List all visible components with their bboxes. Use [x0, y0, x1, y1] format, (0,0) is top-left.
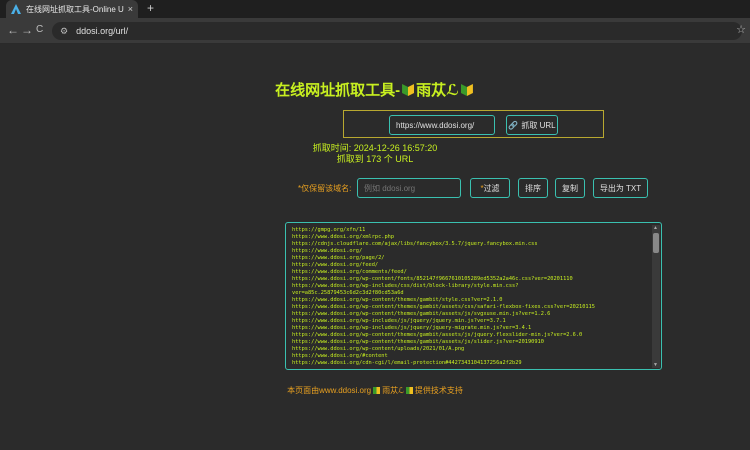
results-textarea[interactable]: https://gmpg.org/xfn/11 https://www.ddosi…	[285, 222, 662, 370]
sort-button[interactable]: 排序	[518, 178, 548, 198]
result-line: https://www.ddosi.org/wp-includes/css/di…	[292, 283, 519, 289]
back-icon[interactable]: ←	[7, 23, 19, 37]
result-line: https://www.ddosi.org/wp-content/themes/…	[292, 297, 503, 303]
result-line: https://www.ddosi.org/wp-includes/js/jqu…	[292, 318, 506, 324]
filter-button[interactable]: * 过滤	[470, 178, 510, 198]
result-line: https://www.ddosi.org/	[292, 248, 363, 254]
result-line: https://www.ddosi.org/wp-content/fonts/8…	[292, 276, 573, 282]
result-line: https://www.ddosi.org/wp-includes/js/jqu…	[292, 325, 532, 331]
filter-row: *仅保留该域名: *过滤 排序 复制 导出为 TXT	[0, 178, 750, 198]
beginner-badge-icon	[402, 84, 415, 96]
footer-name: 雨苁ℒ	[382, 386, 404, 395]
page-title-prefix: 在线网址抓取工具-	[275, 82, 401, 99]
filter-label-text: 仅保留该域名:	[301, 184, 352, 193]
fetch-url-button[interactable]: 🔗 抓取 URL	[506, 115, 558, 135]
copy-button[interactable]: 复制	[555, 178, 585, 198]
omnibox-url[interactable]: ddosi.org/url/	[76, 26, 128, 36]
browser-tab-bar: 在线网址抓取工具-Online URL × +	[0, 0, 750, 18]
site-logo-icon	[11, 4, 21, 14]
result-line: https://www.ddosi.org/#content	[292, 353, 388, 359]
site-settings-icon[interactable]: ⚙	[60, 26, 68, 37]
result-line: https://www.ddosi.org/wp-content/themes/…	[292, 304, 595, 310]
address-bar: ← → C ⚙ ddosi.org/url/ ☆	[0, 18, 750, 44]
results-scrollbar[interactable]: ▲ ▼	[652, 225, 660, 368]
footer-prefix: 本页面由www.ddosi.org	[287, 386, 372, 395]
beginner-badge-icon	[460, 84, 473, 96]
fetch-count: 抓取到 173 个 URL	[336, 154, 414, 164]
scroll-up-icon[interactable]: ▲	[653, 225, 658, 231]
filter-label: *仅保留该域名:	[298, 183, 351, 194]
scroll-down-icon[interactable]: ▼	[653, 362, 658, 368]
domain-filter-input[interactable]	[357, 178, 461, 198]
export-txt-button[interactable]: 导出为 TXT	[593, 178, 648, 198]
page-title: 在线网址抓取工具- 雨苁ℒ	[0, 79, 750, 100]
footer-suffix: 提供技术支持	[414, 386, 463, 395]
browser-tab[interactable]: 在线网址抓取工具-Online URL ×	[6, 0, 138, 18]
link-icon: 🔗	[508, 120, 519, 130]
result-line: https://www.ddosi.org/feed/	[292, 262, 379, 268]
beginner-badge-icon	[373, 387, 381, 394]
omnibox[interactable]: ⚙ ddosi.org/url/	[52, 22, 742, 40]
tab-close-icon[interactable]: ×	[128, 4, 133, 14]
result-line: https://gmpg.org/xfn/11	[292, 227, 366, 233]
filter-button-label: 过滤	[483, 183, 500, 193]
page-title-name: 雨苁ℒ	[416, 82, 459, 99]
scroll-thumb[interactable]	[653, 233, 659, 253]
result-line: https://www.ddosi.org/wp-content/uploads…	[292, 346, 465, 352]
result-line: https://www.ddosi.org/xmlrpc.php	[292, 234, 395, 240]
url-input[interactable]	[389, 115, 495, 135]
beginner-badge-icon	[405, 387, 413, 394]
page-content: 在线网址抓取工具-雨苁ℒ 🔗 抓取 URL 抓取时间: 2024-12-26 1…	[0, 45, 750, 450]
result-line: ver=a85c.25879453c6d2c3d2f80cd53a6d	[292, 290, 404, 296]
forward-icon[interactable]: →	[21, 23, 33, 37]
bookmark-star-icon[interactable]: ☆	[736, 23, 746, 36]
result-line: https://www.ddosi.org/page/2/	[292, 255, 385, 261]
result-line: https://www.ddosi.org/cdn-cgi/l/email-pr…	[292, 360, 522, 366]
fetch-url-button-label: 抓取 URL	[521, 120, 556, 130]
tab-title: 在线网址抓取工具-Online URL	[26, 4, 124, 14]
result-line: https://www.ddosi.org/comments/feed/	[292, 269, 407, 275]
results-list: https://gmpg.org/xfn/11 https://www.ddosi…	[292, 227, 650, 367]
reload-icon[interactable]: C	[36, 23, 43, 37]
result-line: https://www.ddosi.org/wp-content/themes/…	[292, 339, 544, 345]
result-line: https://www.ddosi.org/wp-content/themes/…	[292, 332, 583, 338]
result-line: https://www.ddosi.org/wp-content/themes/…	[292, 311, 551, 317]
url-fetch-box: 🔗 抓取 URL	[343, 110, 604, 138]
new-tab-icon[interactable]: +	[147, 1, 154, 15]
footer: 本页面由www.ddosi.org 雨苁ℒ 提供技术支持	[0, 385, 750, 396]
result-line: https://cdnjs.cloudflare.com/ajax/libs/f…	[292, 241, 538, 247]
